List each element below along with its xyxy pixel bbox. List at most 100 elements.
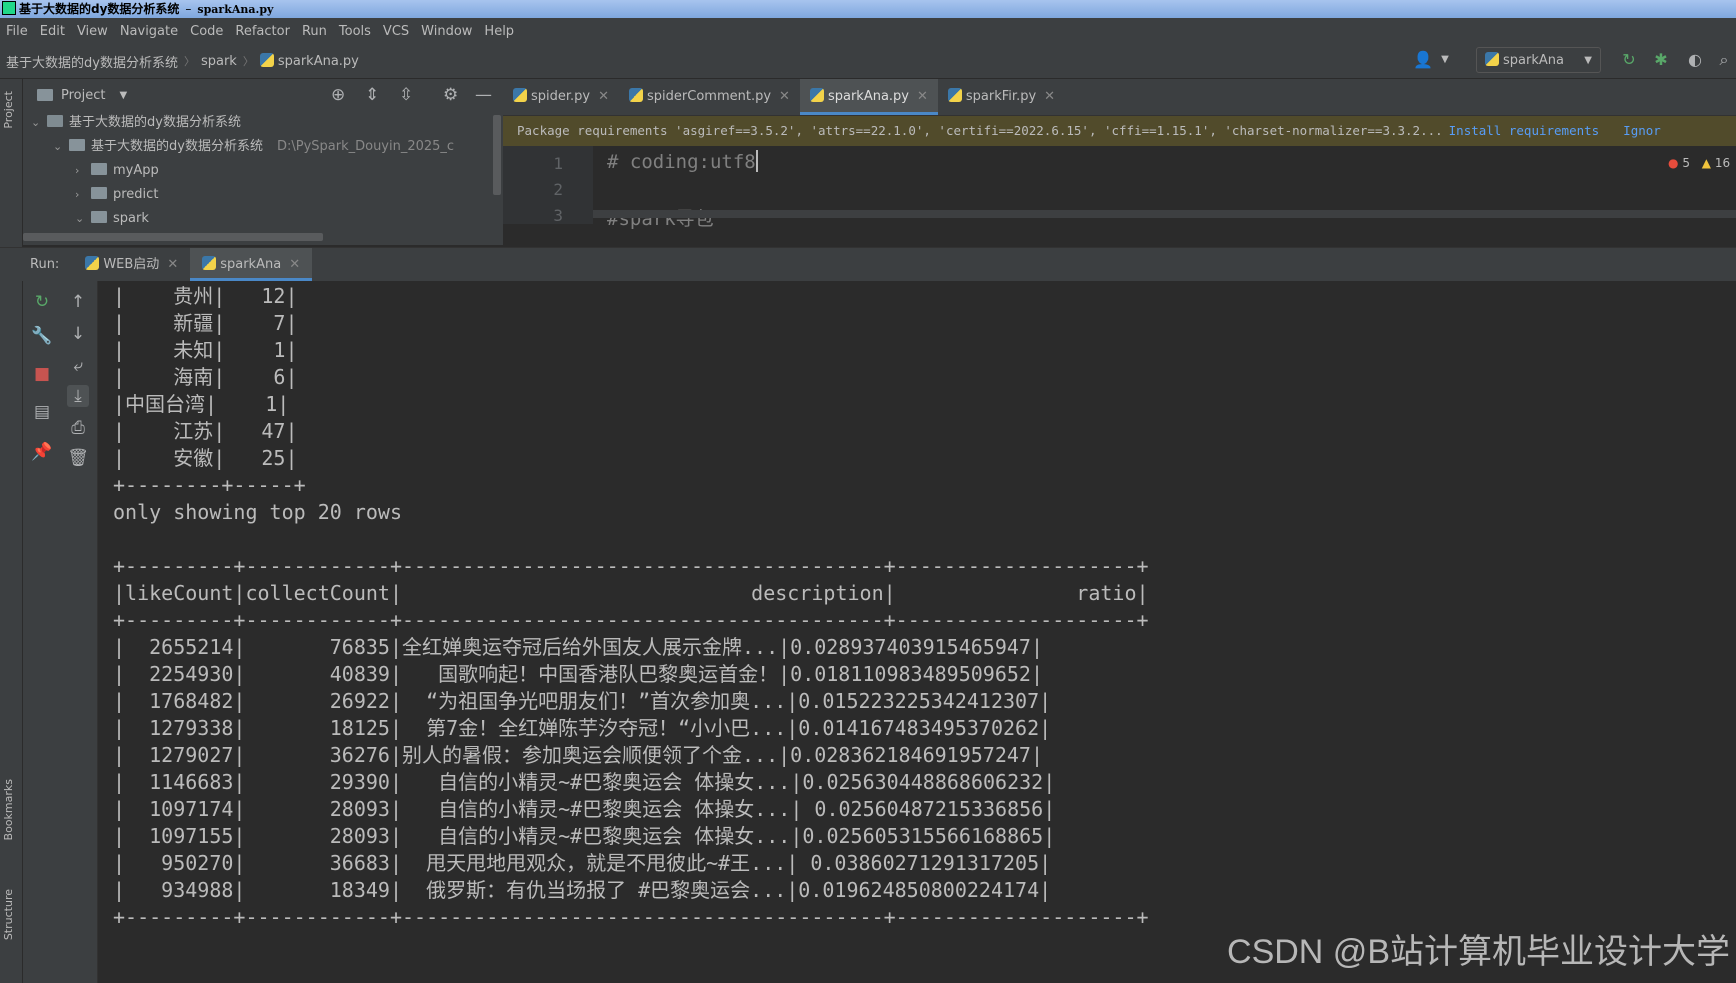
close-icon[interactable]: ✕: [167, 257, 178, 272]
console-line: +---------+------------+----------------…: [113, 608, 1149, 632]
menu-refactor[interactable]: Refactor: [229, 24, 296, 39]
editor-horizontal-scrollbar[interactable]: [593, 210, 1736, 218]
run-toolbar-primary: ↻ 🔧 ■ ▤ 📌: [23, 281, 59, 983]
banner-message: Package requirements 'asgiref==3.5.2', '…: [517, 123, 1443, 138]
menu-view[interactable]: View: [71, 24, 114, 39]
tree-item-path: D:\PySpark_Douyin_2025_c: [276, 139, 455, 154]
console-line: | 1146683| 29390| 自信的小精灵~#巴黎奥运会 体操女...|0…: [113, 770, 1056, 794]
project-panel-header: Project ▼ ⊕ ⇕ ⇳ ⚙ —: [23, 79, 503, 111]
tree-item-root[interactable]: ⌄ 基于大数据的dy数据分析系统: [31, 111, 241, 135]
run-toolbar-secondary: ↑ ↓ ⤶ ⤓ ⎙ 🗑: [59, 281, 98, 983]
run-console[interactable]: | 贵州| 12| | 新疆| 7| | 未知| 1| | 海南| 6| |中国…: [98, 281, 1736, 983]
tab-sparkfir[interactable]: sparkFir.py ✕: [938, 79, 1065, 115]
chevron-right-icon: ›: [75, 164, 80, 177]
run-tab-label: WEB启动: [103, 257, 160, 272]
close-icon[interactable]: ✕: [598, 89, 609, 104]
project-view-select[interactable]: Project: [61, 88, 105, 103]
requirements-banner: Package requirements 'asgiref==3.5.2', '…: [503, 116, 1736, 146]
menu-tools[interactable]: Tools: [333, 24, 377, 39]
pycharm-app-icon: [2, 1, 16, 15]
menu-code[interactable]: Code: [184, 24, 229, 39]
console-line: | 未知| 1|: [113, 338, 298, 362]
print-icon[interactable]: ⎙: [67, 417, 89, 439]
code-editor[interactable]: # coding:utf8 #spark导包: [593, 146, 1736, 230]
tab-spidercomment[interactable]: spiderComment.py ✕: [619, 79, 800, 115]
code-line[interactable]: # coding:utf8: [607, 150, 758, 173]
close-icon[interactable]: ✕: [917, 89, 928, 104]
console-line: | 安徽| 25|: [113, 446, 298, 470]
console-line: | 1279027| 36276|别人的暑假：参加奥运会顺便领了个金...|0.…: [113, 743, 1044, 767]
menu-edit[interactable]: Edit: [34, 24, 71, 39]
run-configuration-label: sparkAna: [1503, 53, 1564, 68]
gear-icon[interactable]: ⚙: [443, 85, 458, 105]
menu-vcs[interactable]: VCS: [377, 24, 415, 39]
python-file-icon: [259, 53, 274, 67]
tab-sparkana[interactable]: sparkAna.py ✕: [799, 79, 938, 115]
folder-icon: [91, 187, 107, 199]
left-tool-strip: Project Bookmarks Structure: [0, 79, 23, 983]
tree-item-label: 基于大数据的dy数据分析系统: [91, 139, 263, 154]
chevron-down-icon[interactable]: ▼: [119, 90, 127, 101]
menu-help[interactable]: Help: [478, 24, 520, 39]
editor-tab-bar: spider.py ✕ spiderComment.py ✕ sparkAna.py…: [503, 79, 1736, 116]
inspection-widget[interactable]: ● 5 ▲ 16: [1668, 156, 1730, 170]
chevron-down-icon[interactable]: ▼: [1435, 50, 1455, 70]
tree-item-myapp[interactable]: › myApp: [75, 159, 159, 183]
menu-file[interactable]: File: [0, 24, 34, 39]
ignore-requirements-link[interactable]: Ignor: [1623, 123, 1661, 138]
breadcrumb-project[interactable]: 基于大数据的dy数据分析系统: [0, 52, 184, 71]
search-icon[interactable]: ⌕: [1714, 50, 1734, 70]
locate-icon[interactable]: ⊕: [331, 85, 345, 105]
console-line: | 贵州| 12|: [113, 284, 298, 308]
tab-spider[interactable]: spider.py ✕: [503, 79, 619, 115]
structure-tool-window-label[interactable]: Structure: [2, 889, 15, 940]
user-icon[interactable]: 👤: [1413, 50, 1433, 70]
console-line: | 新疆| 7|: [113, 311, 298, 335]
layout-icon[interactable]: ▤: [31, 401, 53, 423]
editor-gutter: 1 2 3: [503, 146, 593, 225]
close-icon[interactable]: ✕: [289, 257, 300, 272]
bookmarks-tool-window-label[interactable]: Bookmarks: [2, 779, 15, 840]
close-icon[interactable]: ✕: [1044, 89, 1055, 104]
horizontal-scrollbar[interactable]: [23, 233, 323, 241]
soft-wrap-icon[interactable]: ⤶: [67, 355, 89, 377]
install-requirements-link[interactable]: Install requirements: [1449, 123, 1600, 138]
rerun-icon[interactable]: ↻: [1619, 50, 1639, 70]
window-title: 基于大数据的dy数据分析系统: [19, 2, 180, 16]
breadcrumb-folder[interactable]: spark: [195, 54, 243, 69]
trash-icon[interactable]: 🗑: [67, 447, 89, 469]
run-tab-label: sparkAna: [220, 257, 282, 272]
debug-icon[interactable]: ✱: [1651, 50, 1671, 70]
menu-window[interactable]: Window: [415, 24, 478, 39]
breadcrumb-file[interactable]: sparkAna.py: [254, 53, 365, 69]
stop-icon[interactable]: ■: [31, 363, 53, 385]
run-tab-web[interactable]: WEB启动 ✕: [73, 248, 190, 281]
menu-run[interactable]: Run: [296, 24, 333, 39]
coverage-icon[interactable]: ◐: [1685, 50, 1705, 70]
close-icon[interactable]: ✕: [779, 89, 790, 104]
tree-item-project-dir[interactable]: ⌄ 基于大数据的dy数据分析系统 D:\PySpark_Douyin_2025_c: [53, 135, 454, 159]
project-tool-window-label[interactable]: Project: [2, 91, 15, 129]
python-run-icon: [85, 256, 100, 270]
arrow-down-icon[interactable]: ↓: [67, 323, 89, 345]
expand-all-icon[interactable]: ⇕: [365, 85, 379, 105]
chevron-down-icon: ⌄: [31, 116, 41, 129]
tree-item-spark[interactable]: ⌄ spark: [75, 207, 149, 231]
rerun-icon[interactable]: ↻: [31, 291, 53, 313]
minimize-icon[interactable]: —: [475, 85, 492, 105]
run-tab-bar: Run: WEB启动 ✕ sparkAna ✕: [0, 247, 1736, 281]
run-configuration-select[interactable]: sparkAna ▼: [1476, 47, 1601, 73]
scroll-to-end-icon[interactable]: ⤓: [67, 385, 89, 407]
csdn-watermark: CSDN @B站计算机毕业设计大学: [1227, 933, 1730, 971]
arrow-up-icon[interactable]: ↑: [67, 291, 89, 313]
tree-item-label: predict: [113, 187, 159, 202]
pin-icon[interactable]: 📌: [31, 441, 53, 463]
tree-item-label: myApp: [113, 163, 159, 178]
run-tab-sparkana[interactable]: sparkAna ✕: [190, 248, 313, 281]
error-count: 5: [1682, 156, 1690, 170]
collapse-all-icon[interactable]: ⇳: [399, 85, 413, 105]
tree-item-predict[interactable]: › predict: [75, 183, 158, 207]
wrench-icon[interactable]: 🔧: [31, 325, 53, 347]
menu-navigate[interactable]: Navigate: [114, 24, 184, 39]
vertical-scrollbar[interactable]: [493, 115, 501, 195]
